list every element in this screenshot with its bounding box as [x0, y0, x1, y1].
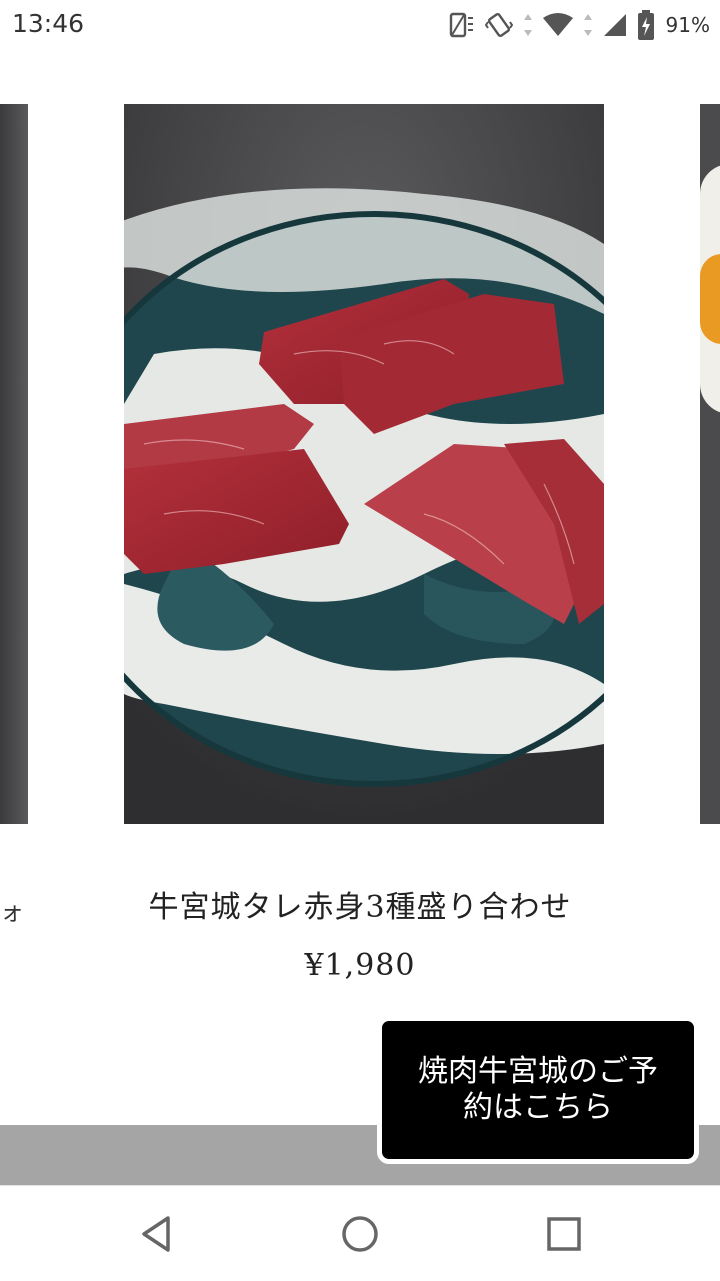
system-nav-bar	[0, 1185, 720, 1281]
product-price: ¥1,980	[304, 948, 416, 983]
back-icon	[142, 1216, 170, 1252]
rotate-icon	[449, 12, 473, 38]
battery-icon	[637, 10, 654, 40]
product-image-carousel[interactable]	[0, 104, 720, 824]
beef-plate-photo	[124, 104, 604, 824]
product-image[interactable]	[124, 104, 604, 824]
egg-yolk-shape	[700, 254, 720, 344]
status-bar: 13:46 91%	[0, 0, 720, 50]
back-button[interactable]	[134, 1212, 178, 1256]
data-arrows-icon-2	[583, 14, 592, 36]
recents-icon	[547, 1217, 581, 1251]
data-arrows-icon	[523, 14, 532, 36]
previous-slide-image[interactable]	[0, 104, 28, 824]
battery-percent: 91%	[665, 13, 710, 37]
signal-icon	[603, 14, 626, 36]
home-button[interactable]	[338, 1212, 382, 1256]
next-slide-image[interactable]	[700, 104, 720, 824]
status-time: 13:46	[12, 9, 85, 38]
reservation-button[interactable]: 焼肉牛宮城のご予約はこちら	[377, 1016, 699, 1164]
recents-button[interactable]	[542, 1212, 586, 1256]
vibrate-icon	[484, 12, 513, 38]
product-title: 牛宮城タレ赤身3種盛り合わせ	[148, 890, 572, 925]
home-icon	[342, 1216, 378, 1252]
wifi-icon	[542, 13, 573, 36]
status-icons: 91%	[446, 8, 710, 42]
reservation-button-label: 焼肉牛宮城のご予約はこちら	[418, 1054, 658, 1125]
